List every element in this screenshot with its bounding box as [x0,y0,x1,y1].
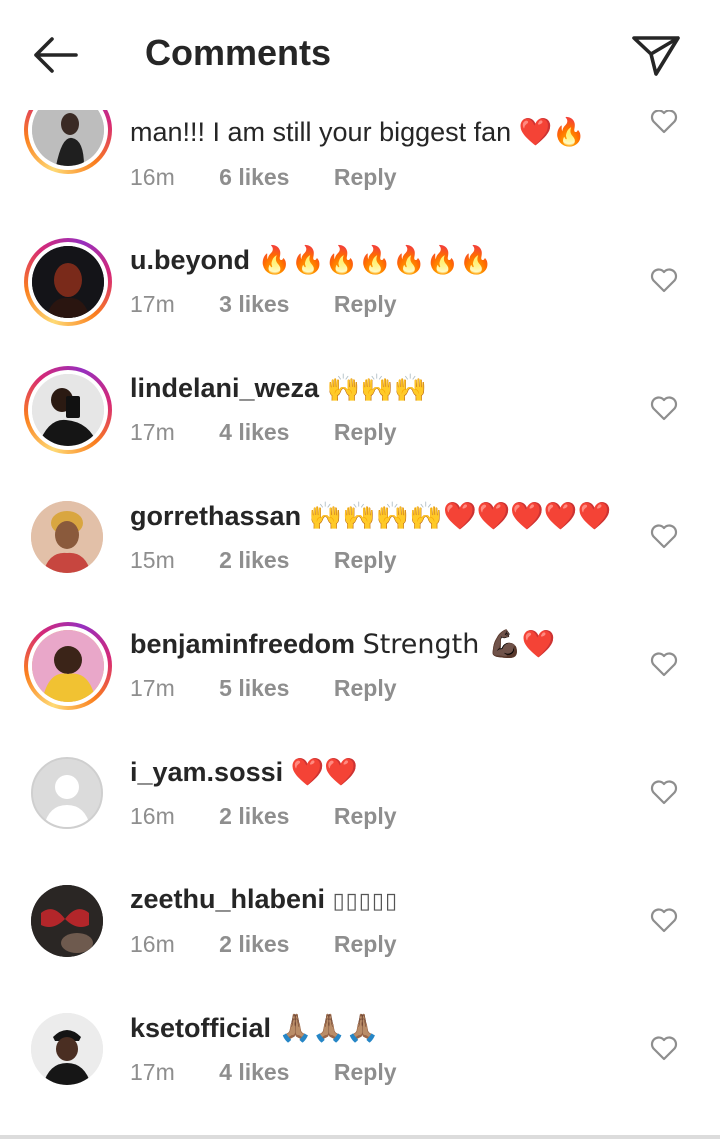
comment-likes[interactable]: 3 likes [219,291,289,317]
default-avatar-icon [33,759,101,827]
reply-button[interactable]: Reply [334,419,397,445]
back-button[interactable] [30,34,82,76]
comment-text: zeethu_hlabeni ▯▯▯▯▯ [130,884,399,914]
comment-text: u.beyond 🔥🔥🔥🔥🔥🔥🔥 [130,245,493,276]
comment-likes[interactable]: 5 likes [219,675,289,701]
comment-text: i_yam.sossi ❤️❤️ [130,757,358,788]
reply-button[interactable]: Reply [334,1059,397,1085]
like-heart-icon[interactable] [650,907,678,933]
comment-item: lindelani_weza 🙌🙌🙌 17m 4 likes Reply [0,366,720,494]
comment-meta: 17m 5 likes Reply [130,675,435,702]
comment-meta: 17m 4 likes Reply [130,419,435,446]
like-heart-icon[interactable] [650,267,678,293]
arrow-left-icon [34,37,78,73]
avatar-photo [32,374,104,446]
avatar[interactable] [24,878,112,966]
divider [0,1135,720,1139]
like-heart-icon[interactable] [650,1035,678,1061]
avatar-photo [32,246,104,318]
comment-item: i_yam.sossi ❤️❤️ 16m 2 likes Reply [0,750,720,878]
comment-likes[interactable]: 2 likes [219,931,289,957]
comment-time: 17m [130,291,175,317]
comment-likes[interactable]: 2 likes [219,803,289,829]
comment-time: 15m [130,547,175,573]
avatar[interactable] [24,494,112,582]
reply-button[interactable]: Reply [334,675,397,701]
comment-time: 17m [130,419,175,445]
comment-username[interactable]: gorrethassan [130,501,301,531]
comment-username[interactable]: ksetofficial [130,1013,271,1043]
comment-item: zeethu_hlabeni ▯▯▯▯▯ 16m 2 likes Reply [0,878,720,1006]
reply-button[interactable]: Reply [334,931,397,957]
avatar-photo [31,885,103,957]
comment-time: 16m [130,164,175,190]
share-button[interactable] [630,32,682,78]
comment-text: benjaminfreedom Strength 💪🏿❤️ [130,629,556,660]
comment-time: 17m [130,675,175,701]
avatar[interactable] [24,366,112,454]
comment-likes[interactable]: 6 likes [219,164,289,190]
comment-username[interactable]: benjaminfreedom [130,629,355,659]
comment-meta: 17m 3 likes Reply [130,291,435,318]
comment-meta: 16m 2 likes Reply [130,803,435,830]
avatar[interactable] [24,750,112,838]
comment-time: 17m [130,1059,175,1085]
avatar[interactable] [24,622,112,710]
comment-time: 16m [130,931,175,957]
reply-button[interactable]: Reply [334,547,397,573]
comment-item: ksetofficial 🙏🏽🙏🏽🙏🏽 17m 4 likes Reply [0,1006,720,1134]
comment-meta: 17m 4 likes Reply [130,1059,435,1086]
avatar-photo [31,1013,103,1085]
avatar[interactable] [24,1006,112,1094]
comment-time: 16m [130,803,175,829]
reply-button[interactable]: Reply [334,291,397,317]
page-title: Comments [145,32,332,73]
comment-text: ksetofficial 🙏🏽🙏🏽🙏🏽 [130,1013,380,1044]
avatar-photo [32,630,104,702]
like-heart-icon[interactable] [650,651,678,677]
comment-likes[interactable]: 4 likes [219,419,289,445]
comment-meta: 16m 2 likes Reply [130,931,435,958]
comment-text: gorrethassan 🙌🙌🙌🙌❤️❤️❤️❤️❤️ [130,501,612,532]
comment-item: gorrethassan 🙌🙌🙌🙌❤️❤️❤️❤️❤️ 15m 2 likes … [0,494,720,622]
reply-button[interactable]: Reply [334,164,397,190]
like-heart-icon[interactable] [650,523,678,549]
comment-likes[interactable]: 4 likes [219,1059,289,1085]
like-heart-icon[interactable] [650,395,678,421]
comment-username[interactable]: lindelani_weza [130,373,319,403]
like-heart-icon[interactable] [650,108,678,134]
comment-username[interactable]: u.beyond [130,245,250,275]
comment-list[interactable]: man!!! I am still your biggest fan ❤️🔥 1… [0,0,720,1139]
comment-username[interactable]: i_yam.sossi [130,757,283,787]
paper-plane-icon [632,36,680,76]
like-heart-icon[interactable] [650,779,678,805]
comment-text: lindelani_weza 🙌🙌🙌 [130,373,428,404]
comment-item: u.beyond 🔥🔥🔥🔥🔥🔥🔥 17m 3 likes Reply [0,238,720,366]
comment-item: benjaminfreedom Strength 💪🏿❤️ 17m 5 like… [0,622,720,750]
avatar-photo [31,501,103,573]
comment-likes[interactable]: 2 likes [219,547,289,573]
avatar[interactable] [24,238,112,326]
header-bar: Comments [0,0,720,110]
comment-meta: 15m 2 likes Reply [130,547,435,574]
comment-username[interactable]: zeethu_hlabeni [130,884,325,914]
comment-meta: 16m 6 likes Reply [130,164,435,191]
reply-button[interactable]: Reply [334,803,397,829]
comment-text: man!!! I am still your biggest fan ❤️🔥 [130,117,586,147]
